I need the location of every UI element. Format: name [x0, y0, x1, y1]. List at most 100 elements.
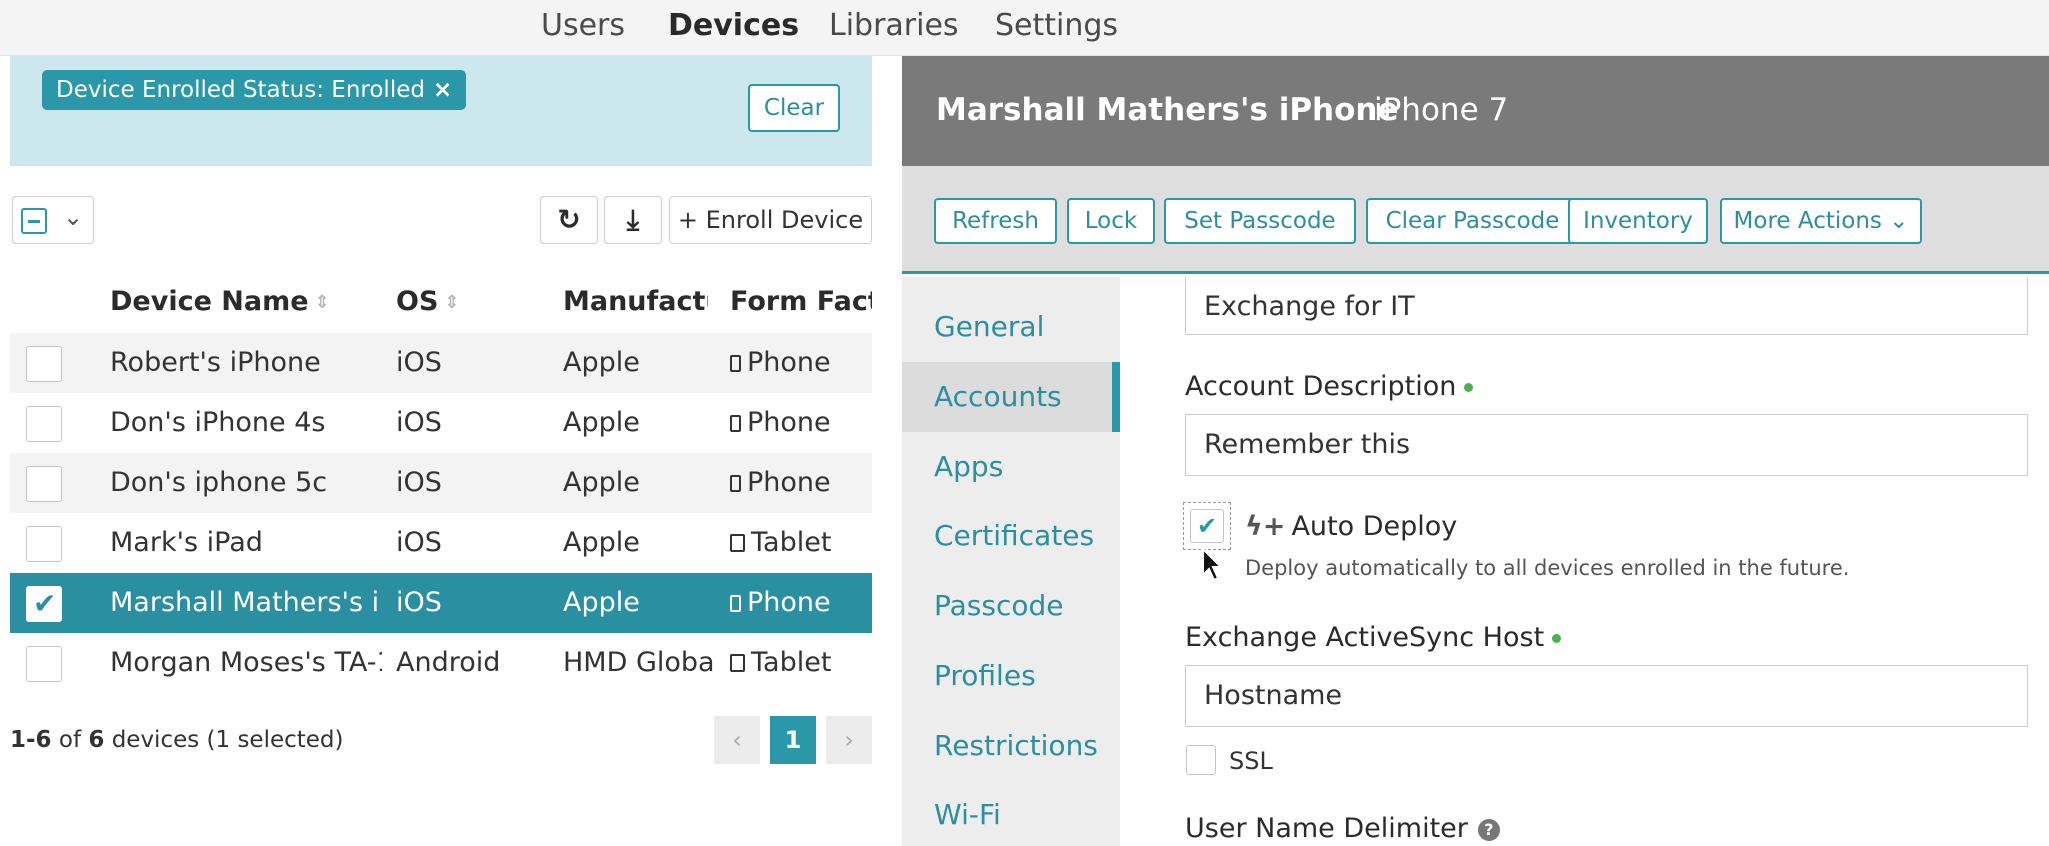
column-header-manufacturer[interactable]: Manufactu [563, 286, 708, 317]
bulk-select-dropdown[interactable]: ⌄ [12, 196, 94, 244]
next-page-button[interactable]: › [826, 716, 872, 764]
device-actions-bar: Refresh Lock Set Passcode Clear Passcode… [902, 166, 2049, 274]
sort-icon: ⇕ [314, 292, 330, 313]
column-header-device-name[interactable]: Device Name ⇕ [110, 286, 330, 317]
chevron-down-icon: ⌄ [63, 203, 84, 231]
inventory-button[interactable]: Inventory [1568, 198, 1708, 244]
result-of: of [58, 727, 82, 753]
cell-os: iOS [396, 587, 442, 618]
cell-os: iOS [396, 407, 442, 438]
auto-deploy-label-text: Auto Deploy [1291, 511, 1458, 542]
cell-device-name: Marshall Mathers's i [110, 587, 380, 618]
cell-device-name: Don's iphone 5c [110, 467, 328, 498]
table-row[interactable]: Morgan Moses's TA-1 Android HMD Globa Table… [10, 633, 872, 693]
tablet-icon [730, 654, 745, 672]
sidenav-item-apps[interactable]: Apps [934, 450, 1003, 483]
result-count: 1-6 of 6 devices (1 selected) [10, 727, 344, 753]
column-header-label: OS [396, 286, 439, 317]
filter-chip-label: Device Enrolled Status: Enrolled [56, 77, 425, 103]
sidenav-item-general[interactable]: General [934, 310, 1044, 343]
sidenav-item-accounts[interactable]: Accounts [934, 380, 1062, 413]
cell-os: Android [396, 647, 501, 678]
cell-manufacturer: Apple [563, 587, 640, 618]
sidenav-item-passcode[interactable]: Passcode [934, 589, 1064, 622]
device-name: Marshall Mathers's iPhone [936, 92, 1399, 128]
clear-filters-button[interactable]: Clear [748, 84, 840, 132]
cell-form-factor: Tablet [730, 527, 870, 558]
lock-button[interactable]: Lock [1067, 198, 1155, 244]
device-model: iPhone 7 [1374, 92, 1509, 128]
form-factor-text: Tablet [751, 527, 832, 558]
account-name-field[interactable]: Exchange for IT [1185, 277, 2028, 335]
ssl-label: SSL [1229, 747, 1273, 775]
row-checkbox[interactable] [26, 526, 62, 562]
clear-passcode-button[interactable]: Clear Passcode [1366, 198, 1579, 244]
cell-device-name: Robert's iPhone [110, 347, 321, 378]
cell-os: iOS [396, 347, 442, 378]
sort-icon: ⇕ [444, 292, 460, 313]
cell-device-name: Morgan Moses's TA-1 [110, 647, 382, 678]
help-icon[interactable]: ? [1477, 819, 1500, 841]
refresh-device-button[interactable]: Refresh [934, 198, 1057, 244]
phone-icon [730, 415, 741, 432]
column-header-label: Device Name [110, 286, 309, 317]
table-row[interactable]: Robert's iPhone iOS Apple Phone [10, 333, 872, 393]
auto-deploy-checkbox[interactable]: ✔ [1190, 509, 1224, 543]
row-checkbox[interactable]: ✔ [26, 586, 62, 622]
auto-deploy-icon: ϟ+ [1245, 511, 1286, 542]
top-nav: Users Devices Libraries Settings [0, 0, 2049, 56]
page-1-button[interactable]: 1 [770, 716, 816, 764]
result-suffix: devices (1 selected) [111, 727, 344, 753]
refresh-list-button[interactable]: ↻ [540, 196, 598, 244]
filter-chip[interactable]: Device Enrolled Status: Enrolled × [42, 70, 467, 110]
row-checkbox[interactable] [26, 406, 62, 442]
form-factor-text: Tablet [751, 647, 832, 678]
device-header: Marshall Mathers's iPhone iPhone 7 [902, 56, 2049, 166]
auto-deploy-help: Deploy automatically to all devices enro… [1245, 556, 1850, 580]
form-factor-text: Phone [747, 587, 831, 618]
enroll-device-button[interactable]: + Enroll Device [669, 196, 872, 244]
remove-filter-icon[interactable]: × [433, 77, 452, 103]
sidenav-item-profiles[interactable]: Profiles [934, 659, 1036, 692]
cell-manufacturer: Apple [563, 527, 640, 558]
required-dot-icon [1552, 634, 1562, 643]
account-description-field[interactable]: Remember this [1185, 414, 2028, 476]
download-button[interactable]: ⤓ [604, 196, 662, 244]
activesync-host-label: Exchange ActiveSync Host [1185, 622, 1562, 653]
nav-settings[interactable]: Settings [995, 8, 1118, 43]
cell-manufacturer: Apple [563, 467, 640, 498]
cell-manufacturer: Apple [563, 347, 640, 378]
filter-bar: Device Enrolled Status: Enrolled × Clear [10, 56, 872, 166]
table-row[interactable]: Don's iPhone 4s iOS Apple Phone [10, 393, 872, 453]
cell-manufacturer: HMD Globa [563, 647, 715, 678]
checkmark-icon: ✔ [33, 587, 57, 620]
table-row[interactable]: Mark's iPad iOS Apple Tablet [10, 513, 872, 573]
row-checkbox[interactable] [26, 346, 62, 382]
more-actions-button[interactable]: More Actions ⌄ [1720, 198, 1922, 244]
form-factor-text: Phone [747, 407, 831, 438]
column-header-form-factor[interactable]: Form Facto [730, 286, 872, 317]
column-header-os[interactable]: OS ⇕ [396, 286, 460, 317]
ssl-checkbox[interactable] [1186, 745, 1216, 775]
nav-libraries[interactable]: Libraries [829, 8, 959, 43]
cell-os: iOS [396, 467, 442, 498]
download-icon: ⤓ [626, 203, 640, 236]
result-range: 1-6 [10, 727, 52, 753]
set-passcode-button[interactable]: Set Passcode [1164, 198, 1356, 244]
sidenav-item-wifi[interactable]: Wi-Fi [934, 798, 1001, 831]
row-checkbox[interactable] [26, 646, 62, 682]
cell-form-factor: Phone [730, 467, 870, 498]
phone-icon [730, 475, 741, 492]
required-dot-icon [1464, 383, 1474, 392]
prev-page-button[interactable]: ‹ [714, 716, 760, 764]
nav-devices[interactable]: Devices [668, 8, 799, 43]
activesync-host-label-text: Exchange ActiveSync Host [1185, 622, 1545, 653]
sidenav-item-restrictions[interactable]: Restrictions [934, 729, 1098, 762]
row-checkbox[interactable] [26, 466, 62, 502]
table-row[interactable]: Don's iphone 5c iOS Apple Phone [10, 453, 872, 513]
activesync-host-field[interactable]: Hostname [1185, 665, 2028, 727]
sidenav-item-certificates[interactable]: Certificates [934, 519, 1094, 552]
cell-manufacturer: Apple [563, 407, 640, 438]
table-row[interactable]: ✔ Marshall Mathers's i iOS Apple Phone [10, 573, 872, 633]
nav-users[interactable]: Users [541, 8, 625, 43]
